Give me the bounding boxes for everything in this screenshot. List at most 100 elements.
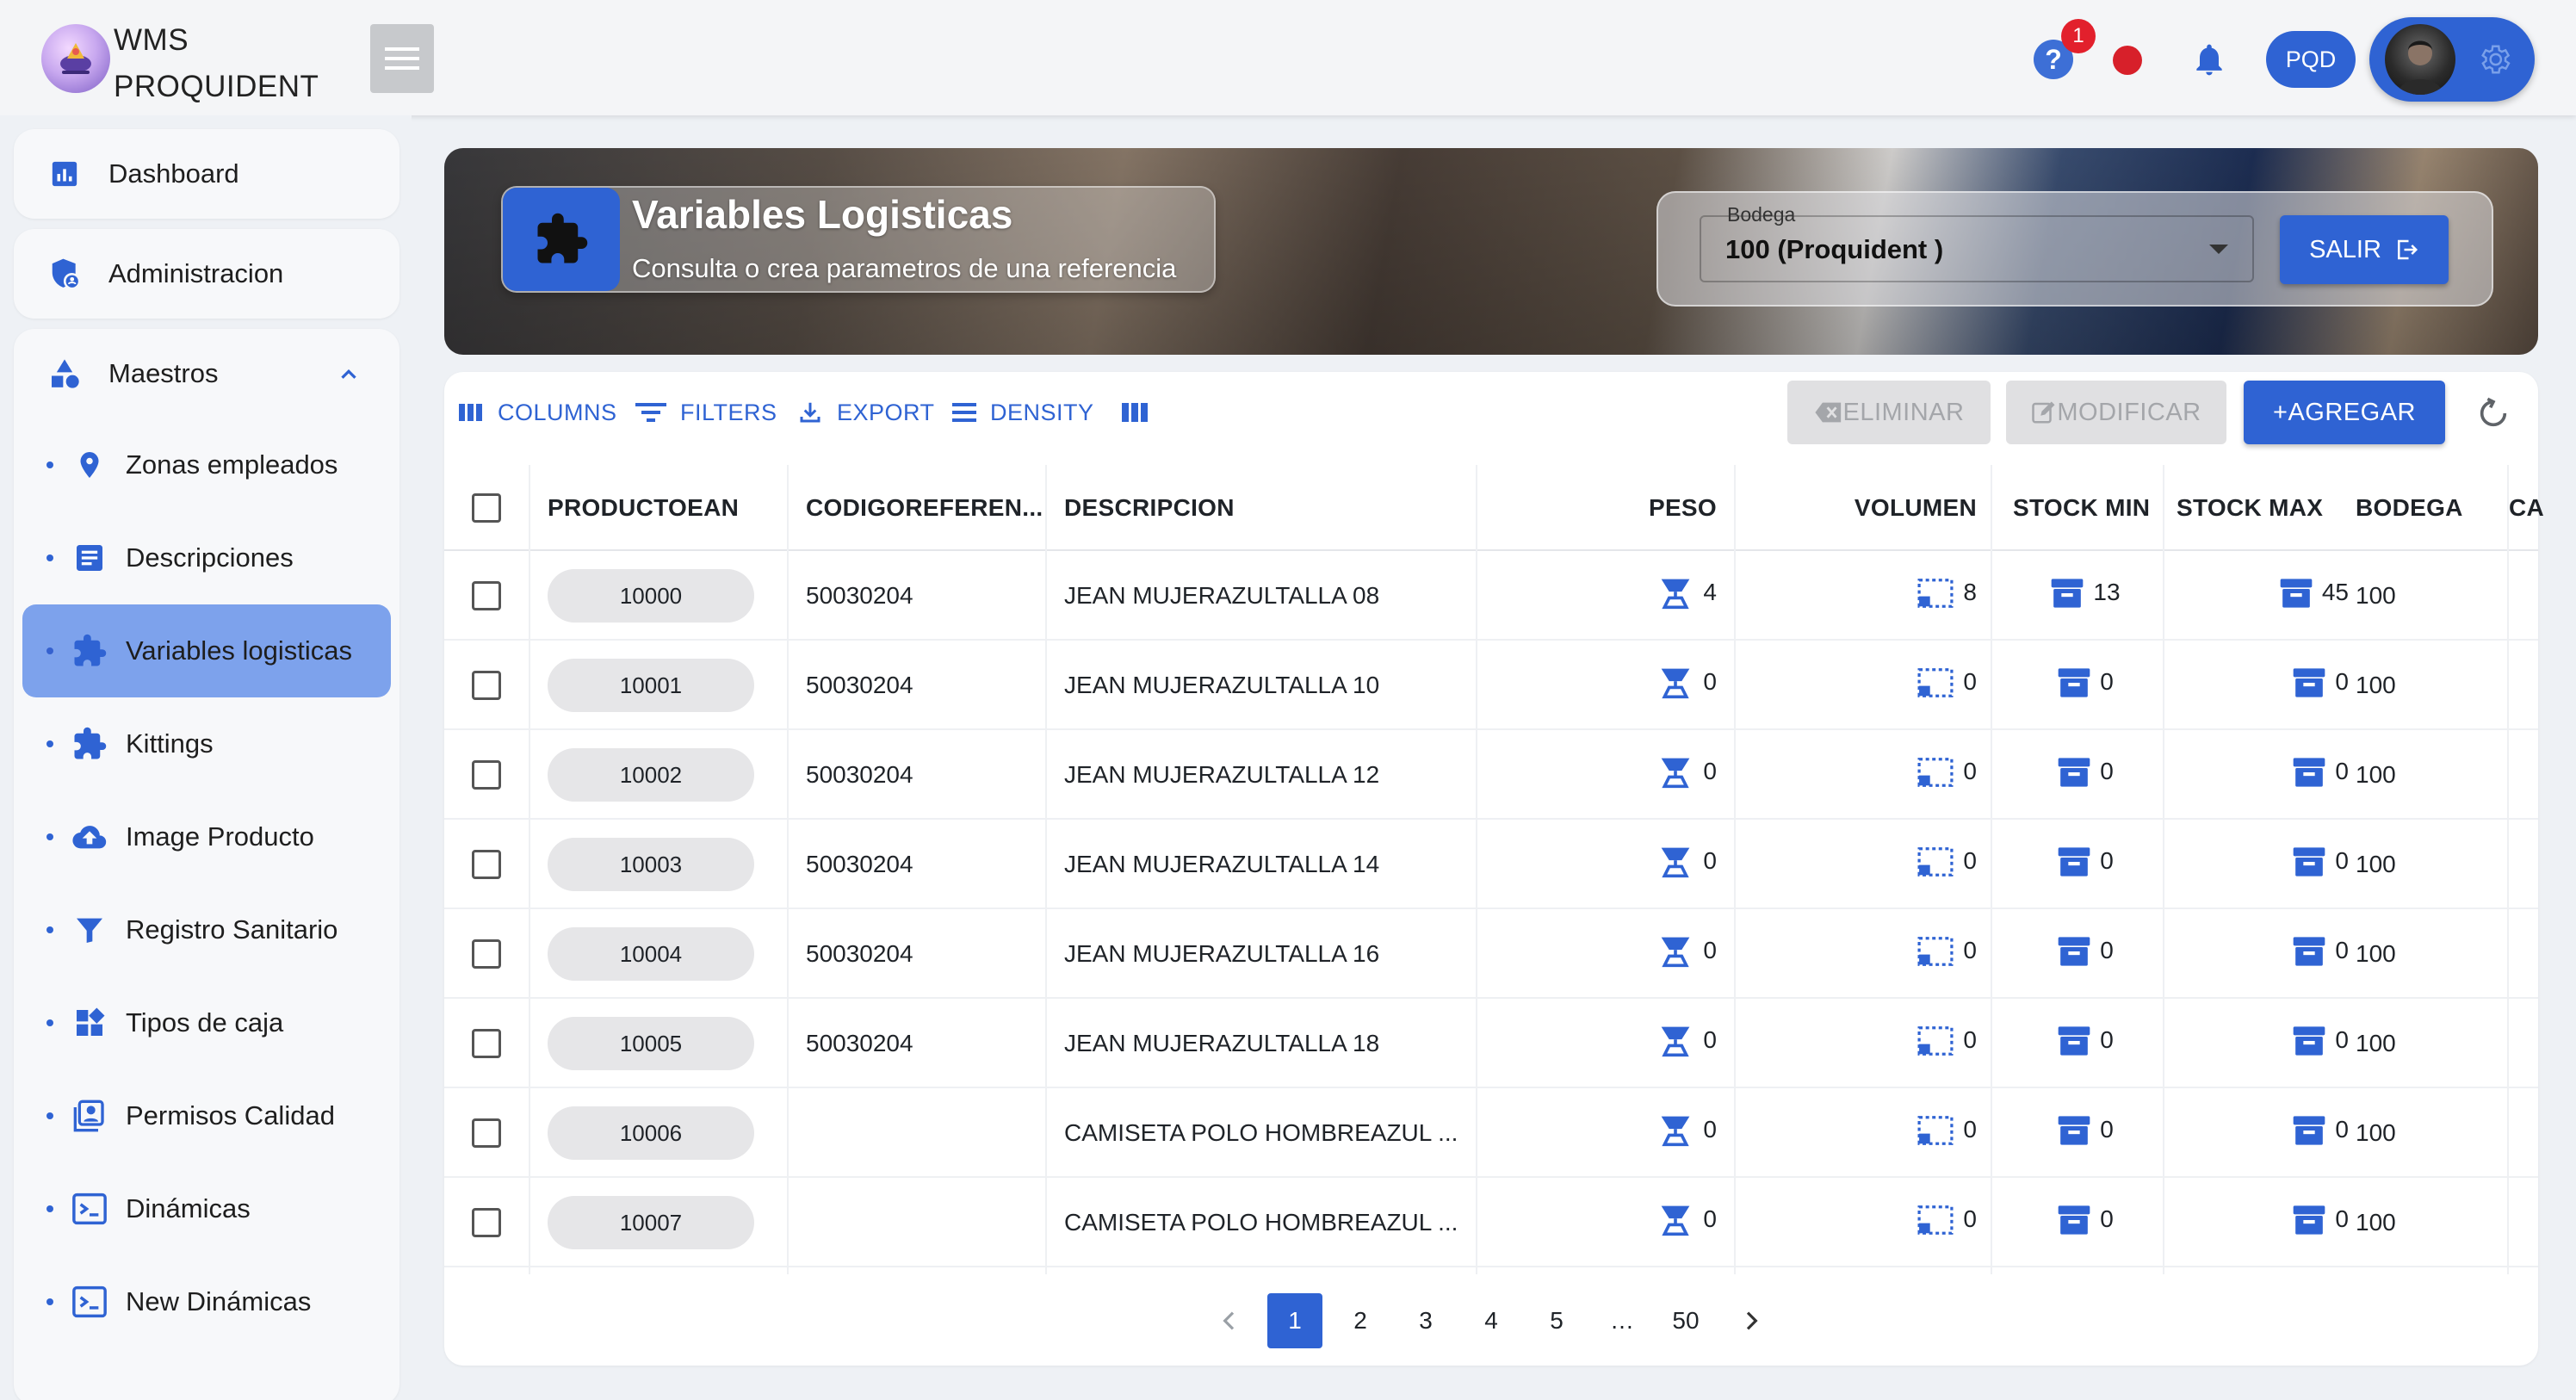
page-button[interactable]: 50 <box>1658 1293 1713 1348</box>
prev-page-icon[interactable] <box>1216 1307 1243 1335</box>
col-header-stock-min[interactable]: STOCK MIN <box>2013 465 2150 551</box>
agregar-button[interactable]: +AGREGAR <box>2244 381 2445 444</box>
checkbox[interactable] <box>472 671 501 700</box>
page-button[interactable]: 2 <box>1333 1293 1388 1348</box>
filters-label: FILTERS <box>680 399 777 425</box>
page-button[interactable]: 3 <box>1398 1293 1453 1348</box>
ean-chip[interactable]: 10003 <box>548 838 754 891</box>
next-page-icon[interactable] <box>1737 1307 1765 1335</box>
checkbox[interactable] <box>472 850 501 879</box>
modificar-button[interactable]: MODIFICAR <box>2006 381 2226 444</box>
stock-max-value: 0 <box>2335 847 2349 874</box>
checkbox[interactable] <box>472 1118 501 1148</box>
checkbox[interactable] <box>472 939 501 969</box>
caret-down-icon[interactable] <box>2209 245 2228 254</box>
row-checkbox-cell[interactable] <box>472 999 501 1088</box>
sidebar-item-variables-logisticas[interactable]: Variables logisticas <box>22 604 391 697</box>
col-header-volumen[interactable]: VOLUMEN <box>1736 465 1977 551</box>
brand-line-1: WMS <box>114 23 189 57</box>
checkbox[interactable] <box>472 493 501 523</box>
weight-scale-icon <box>1656 1024 1694 1064</box>
table-row[interactable]: 10002 50030204 JEAN MUJERAZULTALLA 12 0 0 0 0 1… <box>444 730 2538 820</box>
sidebar-item-maestros[interactable]: Maestros <box>14 329 399 418</box>
filters-button[interactable]: FILTERS <box>635 398 777 427</box>
sidebar-item-din-micas[interactable]: Dinámicas <box>14 1162 399 1255</box>
col-header-productoean[interactable]: PRODUCTOEAN <box>548 465 739 551</box>
table-row[interactable]: 10007 CAMISETA POLO HOMBREAZUL ... 0 0 0 0 100 <box>444 1178 2538 1267</box>
descripcion-cell: CAMISETA POLO HOMBREAZUL ... <box>1064 1209 1458 1236</box>
table-row[interactable]: 10004 50030204 JEAN MUJERAZULTALLA 16 0 0 0 0 1… <box>444 909 2538 999</box>
stock-min-cell: 0 <box>1994 730 2177 820</box>
table-row[interactable]: 10003 50030204 JEAN MUJERAZULTALLA 14 0 0 0 0 1… <box>444 820 2538 909</box>
col-header-bodega[interactable]: BODEGA <box>2356 465 2463 551</box>
gear-icon[interactable] <box>2476 41 2512 77</box>
row-checkbox-cell[interactable] <box>472 1088 501 1178</box>
col-header-codigoreferencia[interactable]: CODIGOREFEREN... <box>806 465 1043 551</box>
page-button[interactable]: 5 <box>1529 1293 1584 1348</box>
sidebar-item-dashboard[interactable]: Dashboard <box>14 129 399 219</box>
sidebar-item-registro-sanitario[interactable]: Registro Sanitario <box>14 883 399 976</box>
chevron-up-icon[interactable] <box>336 362 362 387</box>
ean-chip[interactable]: 10005 <box>548 1017 754 1070</box>
volume-icon <box>1917 757 1954 794</box>
columns-button[interactable]: COLUMNS <box>458 398 617 427</box>
density-button[interactable]: DENSITY <box>952 398 1094 427</box>
location-pin-icon <box>71 446 108 484</box>
checkbox[interactable] <box>472 1029 501 1058</box>
sidebar-item-tipos-de-caja[interactable]: Tipos de caja <box>14 976 399 1069</box>
sidebar-item-zonas-empleados[interactable]: Zonas empleados <box>14 418 399 511</box>
row-checkbox-cell[interactable] <box>472 641 501 730</box>
row-checkbox-cell[interactable] <box>472 730 501 820</box>
row-checkbox-cell[interactable] <box>472 820 501 909</box>
sidebar-item-descripciones[interactable]: Descripciones <box>14 511 399 604</box>
salir-button[interactable]: SALIR <box>2280 215 2449 284</box>
stock-max-value: 0 <box>2335 1116 2349 1143</box>
sidebar-item-new-din-micas[interactable]: New Dinámicas <box>14 1255 399 1348</box>
ean-chip[interactable]: 10001 <box>548 659 754 712</box>
export-button[interactable]: EXPORT <box>797 398 935 427</box>
row-checkbox-cell[interactable] <box>472 909 501 999</box>
sidebar-item-administracion[interactable]: Administracion <box>14 229 399 319</box>
archive-box-icon <box>2292 846 2326 884</box>
col-header-truncated[interactable]: CA <box>2509 465 2544 551</box>
table-row[interactable]: 10005 50030204 JEAN MUJERAZULTALLA 18 0 0 0 0 1… <box>444 999 2538 1088</box>
col-header-peso[interactable]: PESO <box>1477 465 1717 551</box>
eliminar-button[interactable]: ELIMINAR <box>1787 381 1991 444</box>
checkbox[interactable] <box>472 581 501 610</box>
row-checkbox-cell[interactable] <box>472 551 501 641</box>
sidebar-item-image-producto[interactable]: Image Producto <box>14 790 399 883</box>
row-checkbox-cell[interactable] <box>472 1178 501 1267</box>
table-row[interactable]: 10000 50030204 JEAN MUJERAZULTALLA 08 4 8 13 4… <box>444 551 2538 641</box>
view-columns-button[interactable] <box>1121 398 1162 427</box>
bell-icon[interactable] <box>2190 40 2228 79</box>
sidebar-item-permisos-calidad[interactable]: Permisos Calidad <box>14 1069 399 1162</box>
ean-chip[interactable]: 10004 <box>548 927 754 981</box>
ean-chip[interactable]: 10006 <box>548 1106 754 1160</box>
ean-chip[interactable]: 10007 <box>548 1196 754 1249</box>
descripcion-cell: JEAN MUJERAZULTALLA 10 <box>1064 672 1380 698</box>
sidebar-item-kittings[interactable]: Kittings <box>14 697 399 790</box>
edit-icon <box>2032 401 2055 424</box>
user-initials-button[interactable]: PQD <box>2266 31 2356 88</box>
select-all-checkbox[interactable] <box>472 465 501 551</box>
sidebar-item-label: Image Producto <box>126 821 314 852</box>
table-row[interactable]: 10001 50030204 JEAN MUJERAZULTALLA 10 0 0 0 0 1… <box>444 641 2538 730</box>
col-header-descripcion[interactable]: DESCRIPCION <box>1064 465 1235 551</box>
avatar[interactable] <box>2385 24 2455 95</box>
checkbox[interactable] <box>472 1208 501 1237</box>
table-header: PRODUCTOEAN CODIGOREFEREN... DESCRIPCION… <box>444 465 2544 551</box>
page-button[interactable]: 1 <box>1267 1293 1322 1348</box>
ean-chip[interactable]: 10000 <box>548 569 754 623</box>
ean-chip[interactable]: 10002 <box>548 748 754 802</box>
volumen-value: 0 <box>1963 1026 1977 1053</box>
checkbox[interactable] <box>472 760 501 790</box>
sidebar-item-label: Maestros <box>108 358 219 388</box>
col-header-stock-max[interactable]: STOCK MAX <box>2177 465 2323 551</box>
volume-icon <box>1917 936 1954 973</box>
referencia-cell: 50030204 <box>806 851 913 877</box>
menu-toggle-button[interactable] <box>370 24 434 93</box>
page-button[interactable]: 4 <box>1464 1293 1519 1348</box>
refresh-icon[interactable] <box>2476 396 2511 431</box>
table-row[interactable]: 10006 CAMISETA POLO HOMBREAZUL ... 0 0 0 0 100 <box>444 1088 2538 1178</box>
peso-cell: 0 <box>1477 909 1717 999</box>
